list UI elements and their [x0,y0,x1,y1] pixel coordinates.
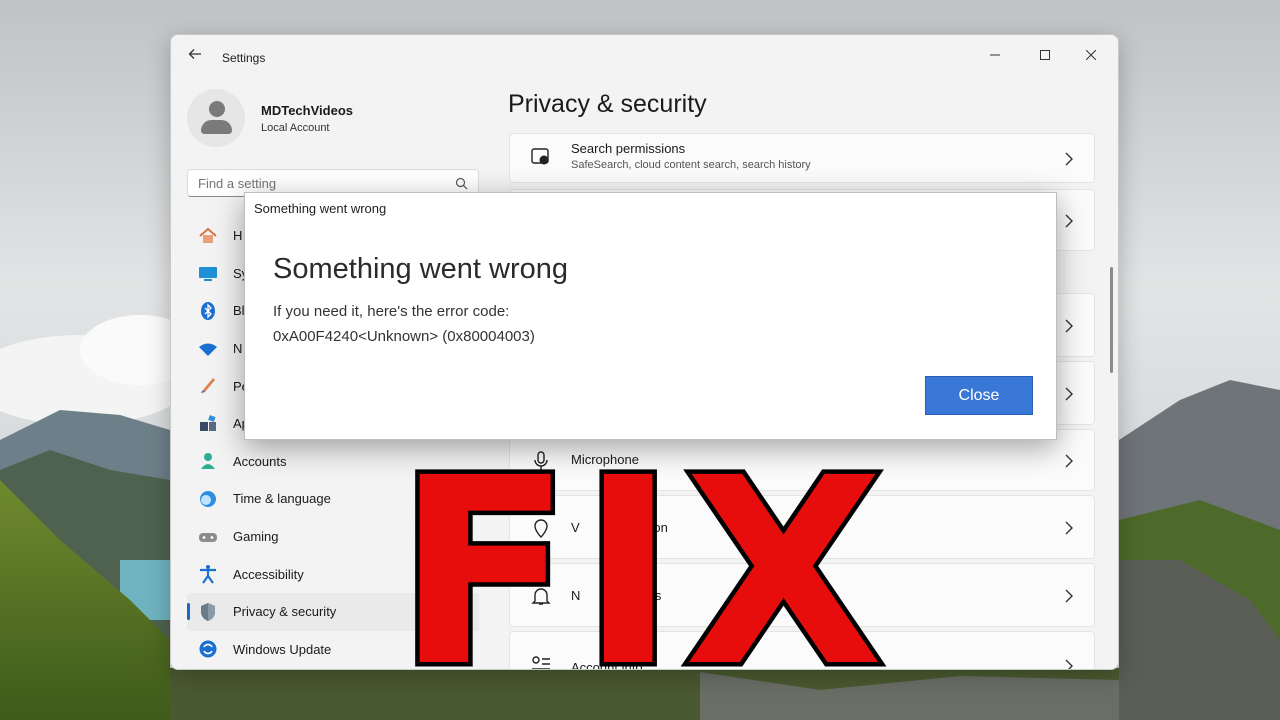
home-icon [197,225,219,247]
chevron-right-icon [1065,152,1073,166]
user-profile[interactable]: MDTechVideos Local Account [187,89,353,147]
profile-account-type: Local Account [261,121,330,134]
chevron-right-icon [1065,214,1073,228]
close-button[interactable]: Close [925,376,1033,415]
minimize-icon [990,54,1000,56]
time-language-icon [197,488,219,510]
sidebar-item-label: N [233,341,243,357]
title-bar: Settings [171,35,1118,79]
sidebar-item-label: Bl [233,303,245,319]
chevron-right-icon [1065,589,1073,603]
minimize-button[interactable] [972,41,1018,69]
sidebar-item-label: Windows Update [233,641,332,657]
maximize-button[interactable] [1022,41,1068,69]
search-input[interactable] [198,176,438,191]
sidebar-item-label: Privacy & security [233,604,337,620]
sidebar-item-label: Accessibility [233,566,304,582]
chevron-right-icon [1065,454,1073,468]
error-dialog: Something went wrong Something went wron… [244,192,1057,440]
accounts-icon [197,450,219,472]
profile-name: MDTechVideos [261,102,353,118]
sidebar-item-label: Gaming [233,529,279,545]
avatar [187,89,245,147]
dialog-caption: Something went wrong [254,201,387,216]
scrollbar[interactable] [1110,267,1113,373]
arrow-left-icon [188,49,201,59]
card-search-permissions[interactable]: Search permissions SafeSearch, cloud con… [509,133,1095,183]
back-button[interactable] [185,47,205,67]
dialog-heading: Something went wrong [273,253,568,285]
network-icon [197,338,219,360]
chevron-right-icon [1065,387,1073,401]
sidebar-item-label: Accounts [233,453,287,469]
chevron-right-icon [1065,319,1073,333]
personalization-icon [197,375,219,397]
dialog-message: If you need it, here's the error code: [273,303,510,320]
system-icon [197,262,219,284]
card-title: Search permissions [571,141,686,156]
search-permissions-icon [530,146,552,168]
apps-icon [197,413,219,435]
close-window-button[interactable] [1068,41,1114,69]
maximize-icon [1040,50,1050,60]
sidebar-item-label: Time & language [233,491,331,507]
page-title: Privacy & security [508,90,707,118]
shield-icon [197,601,219,623]
chevron-right-icon [1065,521,1073,535]
search-icon [455,177,468,190]
windows-update-icon [197,638,219,660]
card-subtitle: SafeSearch, cloud content search, search… [571,159,811,171]
gaming-icon [197,526,219,548]
app-title: Settings [222,51,266,65]
chevron-right-icon [1065,659,1073,669]
fix-overlay-text: FIX [392,423,892,720]
accessibility-icon [197,563,219,585]
sidebar-item-label: H [233,228,243,244]
close-icon [1086,50,1096,60]
bluetooth-icon [197,300,219,322]
error-code: 0xA00F4240<Unknown> (0x80004003) [273,328,535,345]
